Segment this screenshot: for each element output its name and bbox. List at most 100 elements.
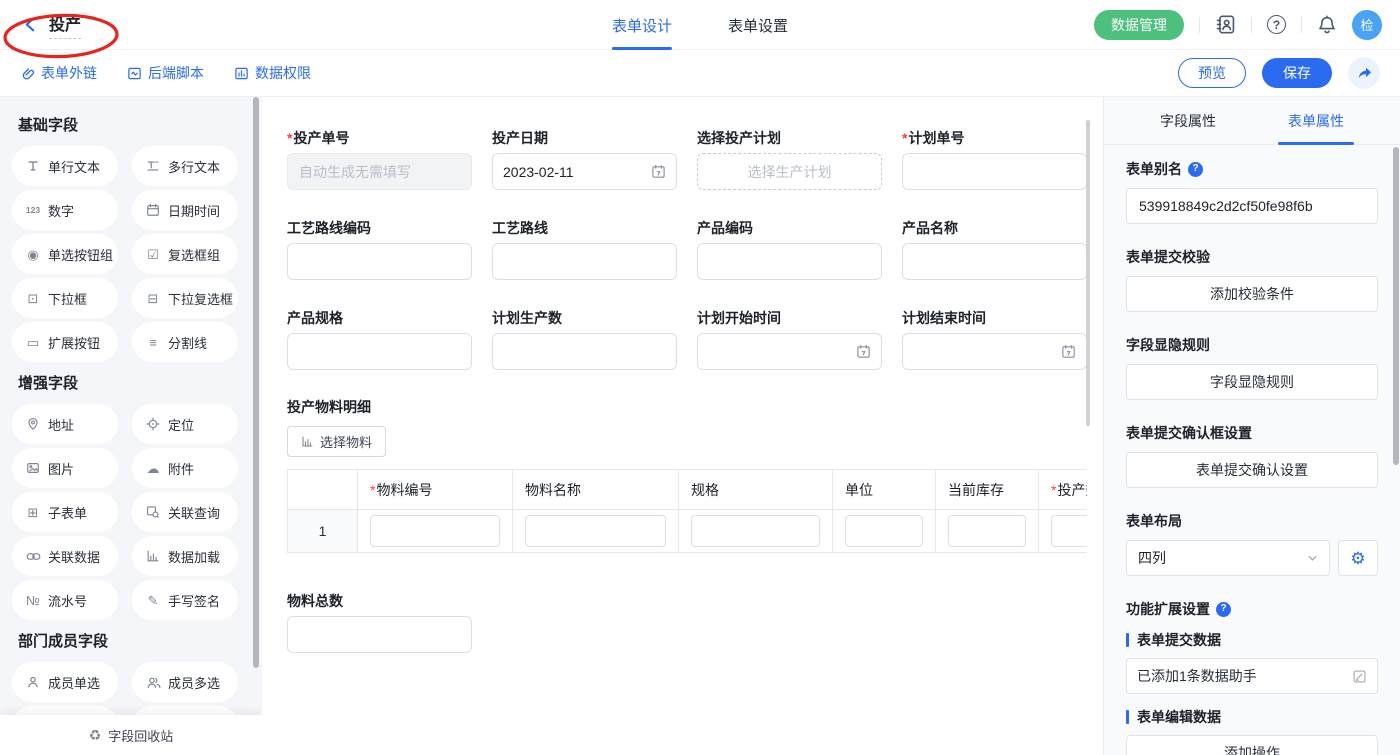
sidebar-item-radio-group[interactable]: ◉ 单选按钮组 bbox=[12, 234, 118, 274]
add-validation-button[interactable]: 添加校验条件 bbox=[1126, 276, 1378, 312]
notification-bell-icon[interactable] bbox=[1317, 15, 1337, 35]
submit-confirm-group: 表单提交确认框设置 表单提交确认设置 bbox=[1126, 423, 1378, 488]
layout-select[interactable]: 四列 bbox=[1126, 540, 1330, 576]
header-production-qty: *投产数 bbox=[1039, 470, 1087, 509]
spec-input[interactable] bbox=[691, 515, 820, 547]
external-link-button[interactable]: 表单外链 bbox=[20, 63, 97, 83]
sidebar-scrollbar[interactable] bbox=[253, 97, 259, 668]
datetime-icon bbox=[145, 202, 161, 218]
production-qty-input[interactable] bbox=[1051, 515, 1087, 547]
radio-group-icon: ◉ bbox=[25, 246, 41, 262]
sidebar-item-location[interactable]: 定位 bbox=[132, 404, 238, 444]
help-icon[interactable]: ? bbox=[1188, 162, 1203, 177]
data-permission-button[interactable]: 数据权限 bbox=[234, 63, 311, 83]
submit-data-box[interactable]: 已添加1条数据助手 bbox=[1126, 658, 1378, 694]
plan-quantity-input[interactable] bbox=[492, 333, 677, 370]
sidebar-item-single-line-text[interactable]: 单行文本 bbox=[12, 146, 118, 186]
sidebar-item-attachment[interactable]: ☁ 附件 bbox=[132, 448, 238, 488]
production-order-no-input[interactable] bbox=[287, 153, 472, 190]
address-pin-icon bbox=[25, 416, 41, 432]
field-product-spec: 产品规格 bbox=[287, 310, 472, 370]
sidebar-item-linked-data[interactable]: 关联数据 bbox=[12, 536, 118, 576]
tab-form-settings[interactable]: 表单设置 bbox=[728, 0, 788, 50]
panel-scrollbar[interactable] bbox=[1393, 147, 1399, 465]
sidebar-item-signature[interactable]: ✎ 手写签名 bbox=[132, 580, 238, 620]
extend-button-icon: ▭ bbox=[25, 334, 41, 350]
product-spec-input[interactable] bbox=[287, 333, 472, 370]
field-recycle-bin[interactable]: ♻ 字段回收站 bbox=[0, 715, 262, 755]
sidebar-item-linked-query[interactable]: 关联查询 bbox=[132, 492, 238, 532]
multi-line-text-icon bbox=[145, 158, 161, 174]
data-load-chart-icon bbox=[145, 548, 161, 564]
edit-pencil-icon[interactable] bbox=[1352, 669, 1367, 684]
serial-number-icon: № bbox=[25, 592, 41, 608]
product-name-input[interactable] bbox=[902, 243, 1087, 280]
panel-body: 表单别名 ? 表单提交校验 添加校验条件 字段显隐规则 字段显隐规则 表单提交确… bbox=[1104, 145, 1400, 755]
form-alias-input[interactable] bbox=[1126, 188, 1378, 224]
canvas-scrollbar[interactable] bbox=[1086, 120, 1090, 426]
route-code-input[interactable] bbox=[287, 243, 472, 280]
page-title[interactable]: 投产 bbox=[49, 11, 81, 39]
help-icon[interactable]: ? bbox=[1267, 15, 1286, 34]
header-right: 数据管理 ? 检 bbox=[1094, 10, 1400, 40]
unit-input[interactable] bbox=[845, 515, 923, 547]
material-detail-section: 投产物料明细 选择物料 *物料编号 物料名称 规格 单位 当前库存 *投产数 1 bbox=[287, 399, 1097, 553]
toolbar-right: 预览 保存 bbox=[1178, 57, 1380, 89]
help-icon[interactable]: ? bbox=[1216, 602, 1231, 617]
tab-form-properties[interactable]: 表单属性 bbox=[1282, 97, 1350, 144]
header-tabs: 表单设计 表单设置 bbox=[612, 0, 788, 50]
sidebar-item-serial-number[interactable]: № 流水号 bbox=[12, 580, 118, 620]
header-current-stock: 当前库存 bbox=[936, 470, 1039, 509]
sidebar-item-image[interactable]: 图片 bbox=[12, 448, 118, 488]
sidebar-item-subform[interactable]: ⊞ 子表单 bbox=[12, 492, 118, 532]
field-visibility-button[interactable]: 字段显隐规则 bbox=[1126, 364, 1378, 400]
data-manage-button[interactable]: 数据管理 bbox=[1094, 10, 1184, 40]
select-material-button[interactable]: 选择物料 bbox=[287, 426, 386, 457]
share-arrow-icon bbox=[1356, 65, 1373, 82]
field-product-name: 产品名称 bbox=[902, 220, 1087, 280]
add-action-button[interactable]: 添加操作 bbox=[1126, 735, 1378, 755]
field-material-total: 物料总数 bbox=[287, 593, 1097, 653]
single-line-text-icon bbox=[25, 158, 41, 174]
sidebar-item-divider[interactable]: ≡ 分割线 bbox=[132, 322, 238, 362]
current-stock-input[interactable] bbox=[948, 515, 1026, 547]
share-button[interactable] bbox=[1348, 57, 1380, 89]
field-production-date: 投产日期 2023-02-11 bbox=[492, 130, 677, 190]
edit-data-label: 表单编辑数据 bbox=[1126, 708, 1378, 726]
avatar[interactable]: 检 bbox=[1352, 10, 1382, 40]
layout-settings-button[interactable]: ⚙ bbox=[1338, 540, 1378, 576]
sidebar-item-extend-button[interactable]: ▭ 扩展按钮 bbox=[12, 322, 118, 362]
sidebar-item-data-load[interactable]: 数据加载 bbox=[132, 536, 238, 576]
material-code-input[interactable] bbox=[370, 515, 500, 547]
sidebar-item-select[interactable]: ⊡ 下拉框 bbox=[12, 278, 118, 318]
product-code-input[interactable] bbox=[697, 243, 882, 280]
production-date-input[interactable]: 2023-02-11 bbox=[492, 153, 677, 190]
route-input[interactable] bbox=[492, 243, 677, 280]
sidebar-item-checkbox-group[interactable]: ☑ 复选框组 bbox=[132, 234, 238, 274]
contacts-icon[interactable] bbox=[1215, 14, 1236, 35]
sidebar-item-multi-line-text[interactable]: 多行文本 bbox=[132, 146, 238, 186]
divider bbox=[1251, 17, 1252, 33]
sidebar-item-member-multi[interactable]: 成员多选 bbox=[132, 662, 238, 702]
preview-button[interactable]: 预览 bbox=[1178, 58, 1246, 88]
sidebar-item-member-single[interactable]: 成员单选 bbox=[12, 662, 118, 702]
tab-field-properties[interactable]: 字段属性 bbox=[1154, 97, 1222, 144]
plan-end-time-input[interactable] bbox=[902, 333, 1087, 370]
tab-form-design[interactable]: 表单设计 bbox=[612, 0, 672, 50]
backend-script-button[interactable]: 后端脚本 bbox=[127, 63, 204, 83]
save-button[interactable]: 保存 bbox=[1262, 58, 1332, 88]
material-total-input[interactable] bbox=[287, 616, 472, 653]
multi-select-icon: ⊟ bbox=[145, 290, 161, 306]
sidebar-item-number[interactable]: 123 数字 bbox=[12, 190, 118, 230]
sidebar-item-multi-select[interactable]: ⊟ 下拉复选框 bbox=[132, 278, 238, 318]
sidebar-item-datetime[interactable]: 日期时间 bbox=[132, 190, 238, 230]
extension-settings-title: 功能扩展设置 ? bbox=[1126, 599, 1378, 619]
select-production-plan-picker[interactable]: 选择生产计划 bbox=[697, 153, 882, 190]
sidebar-item-address[interactable]: 地址 bbox=[12, 404, 118, 444]
plan-start-time-input[interactable] bbox=[697, 333, 882, 370]
submit-confirm-button[interactable]: 表单提交确认设置 bbox=[1126, 452, 1378, 488]
material-name-input[interactable] bbox=[525, 515, 666, 547]
plan-no-input[interactable] bbox=[902, 153, 1087, 190]
back-icon[interactable] bbox=[22, 16, 39, 33]
script-icon bbox=[127, 66, 142, 81]
